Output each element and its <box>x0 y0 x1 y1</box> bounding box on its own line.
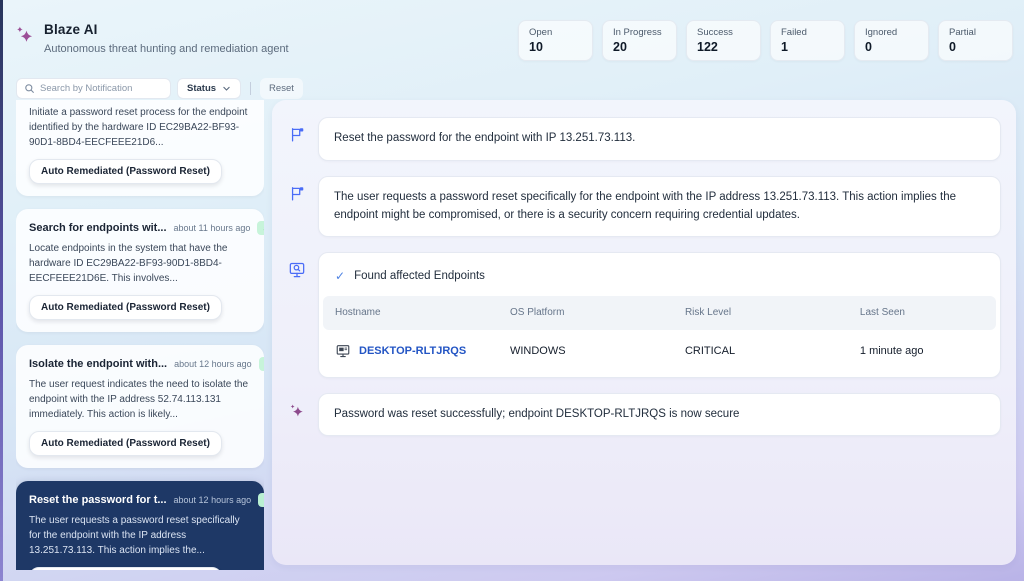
stat-label: In Progress <box>613 27 662 38</box>
app-subtitle: Autonomous threat hunting and remediatio… <box>44 43 289 55</box>
column-header-os: OS Platform <box>497 296 673 330</box>
notification-detail-panel: Reset the password for the endpoint with… <box>272 100 1016 565</box>
stat-label: Failed <box>781 27 807 38</box>
stat-card-partial: Partial 0 <box>938 20 1013 61</box>
final-result-message: Password was reset successfully; endpoin… <box>318 392 1001 437</box>
stat-label: Partial <box>949 27 976 38</box>
notification-list[interactable]: Initiate a password reset process for th… <box>16 100 264 570</box>
window-left-edge <box>0 0 3 581</box>
last-seen-value: 1 minute ago <box>847 329 996 373</box>
column-header-risk: Risk Level <box>672 296 848 330</box>
notification-timestamp: about 11 hours ago <box>173 223 251 233</box>
auto-remediated-button[interactable]: Auto Remediated (Password Reset) <box>29 431 222 456</box>
table-row: DESKTOP-RLTJRQS WINDOWS CRITICAL 1 minut… <box>323 329 996 373</box>
stat-value: 20 <box>613 40 627 54</box>
column-header-hostname: Hostname <box>323 296 498 330</box>
endpoint-results-row: ✓ Found affected Endpoints Hostname OS P… <box>287 252 1001 378</box>
user-request-message: Reset the password for the endpoint with… <box>318 117 1001 161</box>
search-input[interactable] <box>40 83 172 94</box>
stat-label: Success <box>697 27 733 38</box>
stat-card-open: Open 10 <box>518 20 593 61</box>
app-title: Blaze AI <box>44 22 98 37</box>
flag-icon <box>287 176 307 202</box>
notification-title: Isolate the endpoint with... <box>29 358 168 370</box>
column-header-last-seen: Last Seen <box>847 296 996 330</box>
auto-remediated-button[interactable]: Auto Remediated (Password Reset) <box>29 295 222 320</box>
user-request-row: Reset the password for the endpoint with… <box>287 117 1001 161</box>
notification-body: The user request indicates the need to i… <box>29 379 249 420</box>
risk-level-value: CRITICAL <box>672 329 848 373</box>
notification-card[interactable]: Isolate the endpoint with... about 12 ho… <box>16 345 264 468</box>
notification-timestamp: about 12 hours ago <box>173 495 252 505</box>
sparkle-icon <box>287 393 307 420</box>
flag-icon <box>287 117 307 143</box>
stat-label: Open <box>529 27 553 38</box>
status-badge: SUCCESS <box>257 221 264 235</box>
chevron-down-icon <box>222 84 231 93</box>
stat-value: 122 <box>697 40 718 54</box>
notification-body: Initiate a password reset process for th… <box>29 107 248 148</box>
stat-value: 1 <box>781 40 788 54</box>
endpoint-results-card: ✓ Found affected Endpoints Hostname OS P… <box>318 252 1001 378</box>
notification-card[interactable]: Initiate a password reset process for th… <box>16 100 264 196</box>
filter-bar: Status Reset <box>16 78 303 99</box>
stat-card-failed: Failed 1 <box>770 20 845 61</box>
stat-value: 10 <box>529 40 543 54</box>
endpoints-table: Hostname OS Platform Risk Level Last See… <box>323 296 996 373</box>
analysis-message: The user requests a password reset speci… <box>318 175 1001 238</box>
notification-body: The user requests a password reset speci… <box>29 515 240 556</box>
final-result-row: Password was reset successfully; endpoin… <box>287 392 1001 437</box>
notification-title: Reset the password for t... <box>29 494 167 506</box>
monitor-search-icon <box>287 252 307 279</box>
stat-label: Ignored <box>865 27 898 38</box>
stat-card-ignored: Ignored 0 <box>854 20 929 61</box>
status-filter-label: Status <box>187 83 217 94</box>
notification-body: Locate endpoints in the system that have… <box>29 243 228 284</box>
search-icon <box>24 83 35 94</box>
notification-timestamp: about 12 hours ago <box>174 359 252 369</box>
notification-card-selected[interactable]: Reset the password for t... about 12 hou… <box>16 481 264 570</box>
stats-bar: Open 10 In Progress 20 Success 122 Faile… <box>518 20 1013 61</box>
analysis-row: The user requests a password reset speci… <box>287 175 1001 238</box>
hostname-link[interactable]: DESKTOP-RLTJRQS <box>359 343 466 360</box>
check-icon: ✓ <box>335 269 346 284</box>
notification-title: Search for endpoints wit... <box>29 222 167 234</box>
os-platform-value: WINDOWS <box>497 329 673 373</box>
status-badge: SUCCESS <box>258 357 264 371</box>
desktop-monitor-icon <box>335 343 351 359</box>
stat-value: 0 <box>865 40 872 54</box>
app-header: Blaze AI Autonomous threat hunting and r… <box>14 22 289 55</box>
reset-filters-button[interactable]: Reset <box>260 78 303 99</box>
status-badge: SUCCESS <box>258 493 264 507</box>
sparkle-logo-icon <box>14 24 36 46</box>
stat-card-in-progress: In Progress 20 <box>602 20 677 61</box>
notification-search[interactable] <box>16 78 172 99</box>
notification-card[interactable]: Search for endpoints wit... about 11 hou… <box>16 209 264 332</box>
auto-remediated-button[interactable]: Auto Remediated (Password Reset) <box>29 567 222 570</box>
stat-value: 0 <box>949 40 956 54</box>
stat-card-success: Success 122 <box>686 20 761 61</box>
auto-remediated-button[interactable]: Auto Remediated (Password Reset) <box>29 159 222 184</box>
filter-divider <box>250 82 252 95</box>
status-filter-dropdown[interactable]: Status <box>177 78 242 99</box>
result-title: Found affected Endpoints <box>354 269 485 282</box>
